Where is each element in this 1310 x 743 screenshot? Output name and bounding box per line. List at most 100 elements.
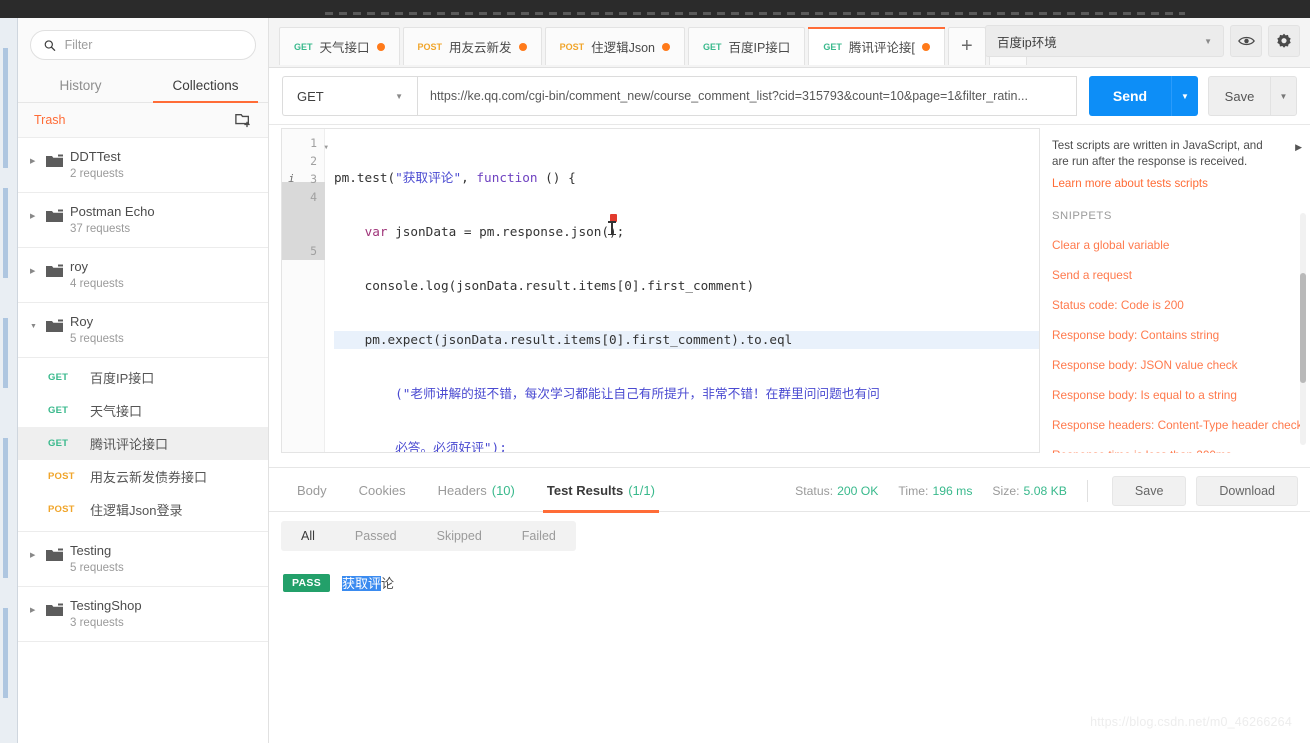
line-number-3: i 3 xyxy=(288,170,317,188)
send-options-button[interactable]: ▼ xyxy=(1171,76,1198,116)
snippet-response-time-200ms[interactable]: Response time is less than 200ms xyxy=(1052,448,1296,453)
response-tab-headers[interactable]: Headers (10) xyxy=(422,468,531,513)
filter-passed[interactable]: Passed xyxy=(335,521,417,551)
request-item-yonyou[interactable]: POST 用友云新发债券接口 xyxy=(18,460,268,493)
learn-more-link[interactable]: Learn more about tests scripts xyxy=(1052,177,1296,190)
snippet-status-code-200[interactable]: Status code: Code is 200 xyxy=(1052,298,1296,312)
test-result-row: PASS 获取评论 xyxy=(283,573,394,592)
url-input[interactable]: https://ke.qq.com/cgi-bin/comment_new/co… xyxy=(417,76,1077,116)
collection-item-roy-lower[interactable]: ▶ roy 4 requests xyxy=(18,248,268,303)
line-number-2: 2 xyxy=(310,154,317,168)
environment-controls: 百度ip环境 ▼ xyxy=(985,25,1300,57)
collection-item-roy[interactable]: ▼ Roy 5 requests xyxy=(18,303,268,358)
status-badge: 200 OK xyxy=(837,483,879,498)
collection-count: 37 requests xyxy=(70,223,131,235)
chevron-right-icon[interactable]: ▶ xyxy=(30,552,39,559)
collection-name: Testing xyxy=(70,543,112,558)
chevron-right-icon[interactable]: ▶ xyxy=(30,158,39,165)
code-line-4-wrap-1: ("老师讲解的挺不错，每次学习都能让自己有所提升，非常不错！在群里问问题也有问 xyxy=(334,385,1039,403)
gear-icon xyxy=(1277,33,1291,48)
request-name: 天气接口 xyxy=(90,404,143,419)
filter-failed[interactable]: Failed xyxy=(502,521,576,551)
chevron-right-icon[interactable]: ▶ xyxy=(30,607,39,614)
collection-name: TestingShop xyxy=(70,598,142,613)
new-tab-button[interactable]: + xyxy=(947,27,986,65)
snippet-response-contains-string[interactable]: Response body: Contains string xyxy=(1052,328,1296,342)
collection-item-testingshop[interactable]: ▶ TestingShop 3 requests xyxy=(18,587,268,642)
sidebar-tab-collections[interactable]: Collections xyxy=(143,70,268,103)
request-item-tencent-comment[interactable]: GET 腾讯评论接口 xyxy=(18,427,268,460)
tab-tencent-comment[interactable]: GET 腾讯评论接[ xyxy=(808,27,945,65)
code-line-4-wrap-2: 必答。必须好评"); xyxy=(334,439,1039,452)
snippets-scrollbar[interactable] xyxy=(1300,213,1306,445)
response-tab-test-results[interactable]: Test Results (1/1) xyxy=(531,468,671,513)
save-options-button[interactable]: ▼ xyxy=(1270,76,1297,116)
folder-icon xyxy=(46,319,63,332)
collection-item-ddttest[interactable]: ▶ DDTTest 2 requests xyxy=(18,138,268,193)
collection-name: Roy xyxy=(70,314,94,329)
snippet-response-content-type-header[interactable]: Response headers: Content-Type header ch… xyxy=(1052,418,1303,432)
unsaved-dot-icon xyxy=(921,42,930,51)
collection-count: 4 requests xyxy=(70,278,124,290)
request-list: GET 百度IP接口 GET 天气接口 GET 腾讯评论接口 POST 用友云新… xyxy=(18,358,268,532)
chevron-down-icon[interactable]: ▼ xyxy=(30,323,39,330)
new-collection-icon[interactable] xyxy=(234,112,252,128)
tab-label: 用友云新发 xyxy=(449,41,512,55)
unsaved-dot-icon xyxy=(376,42,385,51)
http-method-select[interactable]: GET ▼ xyxy=(282,76,417,116)
tab-zhuluoji-json[interactable]: POST 住逻辑Json xyxy=(544,27,685,65)
tab-method: GET xyxy=(294,41,313,52)
filter-all[interactable]: All xyxy=(281,521,335,551)
tab-yonyou[interactable]: POST 用友云新发 xyxy=(402,27,542,65)
snippet-clear-global-variable[interactable]: Clear a global variable xyxy=(1052,238,1296,252)
request-item-baidu-ip[interactable]: GET 百度IP接口 xyxy=(18,361,268,394)
collection-item-postman-echo[interactable]: ▶ Postman Echo 37 requests xyxy=(18,193,268,248)
environment-quick-look-button[interactable] xyxy=(1230,25,1262,57)
sidebar-tab-history[interactable]: History xyxy=(18,70,143,102)
snippet-response-json-value-check[interactable]: Response body: JSON value check xyxy=(1052,358,1296,372)
settings-button[interactable] xyxy=(1268,25,1300,57)
filter-container xyxy=(18,18,268,70)
tests-code-editor[interactable]: 1 ▼ 2 i 3 4 5 pm.test("获取评论", function (… xyxy=(281,128,1040,453)
search-filter-box[interactable] xyxy=(30,30,256,60)
response-save-button[interactable]: Save xyxy=(1111,475,1187,506)
folder-icon xyxy=(46,603,63,616)
request-name: 用友云新发债券接口 xyxy=(90,470,208,485)
tab-label: 腾讯评论接[ xyxy=(848,41,915,55)
save-button-group: Save ▼ xyxy=(1208,76,1297,116)
size-label: Size: xyxy=(992,483,1020,498)
editor-code-content[interactable]: pm.test("获取评论", function () { var jsonDa… xyxy=(325,129,1039,452)
chevron-right-icon[interactable]: ▶ xyxy=(30,268,39,275)
lint-info-icon[interactable]: i xyxy=(288,170,295,188)
response-tab-cookies[interactable]: Cookies xyxy=(343,468,422,513)
snippet-send-a-request[interactable]: Send a request xyxy=(1052,268,1296,282)
collection-count: 3 requests xyxy=(70,617,124,629)
response-tab-body[interactable]: Body xyxy=(281,468,343,513)
request-url-bar: GET ▼ https://ke.qq.com/cgi-bin/comment_… xyxy=(269,68,1310,125)
send-button-group: Send ▼ xyxy=(1089,76,1198,116)
meta-divider xyxy=(1086,479,1088,502)
environment-select[interactable]: 百度ip环境 ▼ xyxy=(985,25,1224,57)
save-button[interactable]: Save xyxy=(1208,76,1270,116)
line-number-5: 5 xyxy=(310,244,317,258)
tab-weather[interactable]: GET 天气接口 xyxy=(279,27,400,65)
request-item-weather[interactable]: GET 天气接口 xyxy=(18,394,268,427)
request-item-zhuluoji-login[interactable]: POST 住逻辑Json登录 xyxy=(18,493,268,526)
trash-link[interactable]: Trash xyxy=(34,113,66,127)
chevron-right-icon[interactable]: ▶ xyxy=(30,213,39,220)
tab-method: GET xyxy=(702,41,722,52)
snippets-scrollbar-thumb[interactable] xyxy=(1300,273,1306,383)
url-value: https://ke.qq.com/cgi-bin/comment_new/co… xyxy=(430,89,1028,103)
tab-baidu-ip[interactable]: GET 百度IP接口 xyxy=(687,27,806,65)
titlebar-dashes xyxy=(325,12,1185,15)
response-download-button[interactable]: Download xyxy=(1196,475,1298,506)
filter-skipped[interactable]: Skipped xyxy=(417,521,502,551)
collapse-panel-icon[interactable]: ▶ xyxy=(1295,142,1302,153)
collection-name: roy xyxy=(70,259,89,274)
collection-item-testing[interactable]: ▶ Testing 5 requests xyxy=(18,532,268,587)
search-input[interactable] xyxy=(64,38,242,52)
response-toolbar: Body Cookies Headers (10) Test Results (… xyxy=(269,467,1310,513)
send-button[interactable]: Send xyxy=(1089,76,1171,116)
eye-icon xyxy=(1237,36,1255,46)
snippet-response-equal-string[interactable]: Response body: Is equal to a string xyxy=(1052,388,1296,402)
